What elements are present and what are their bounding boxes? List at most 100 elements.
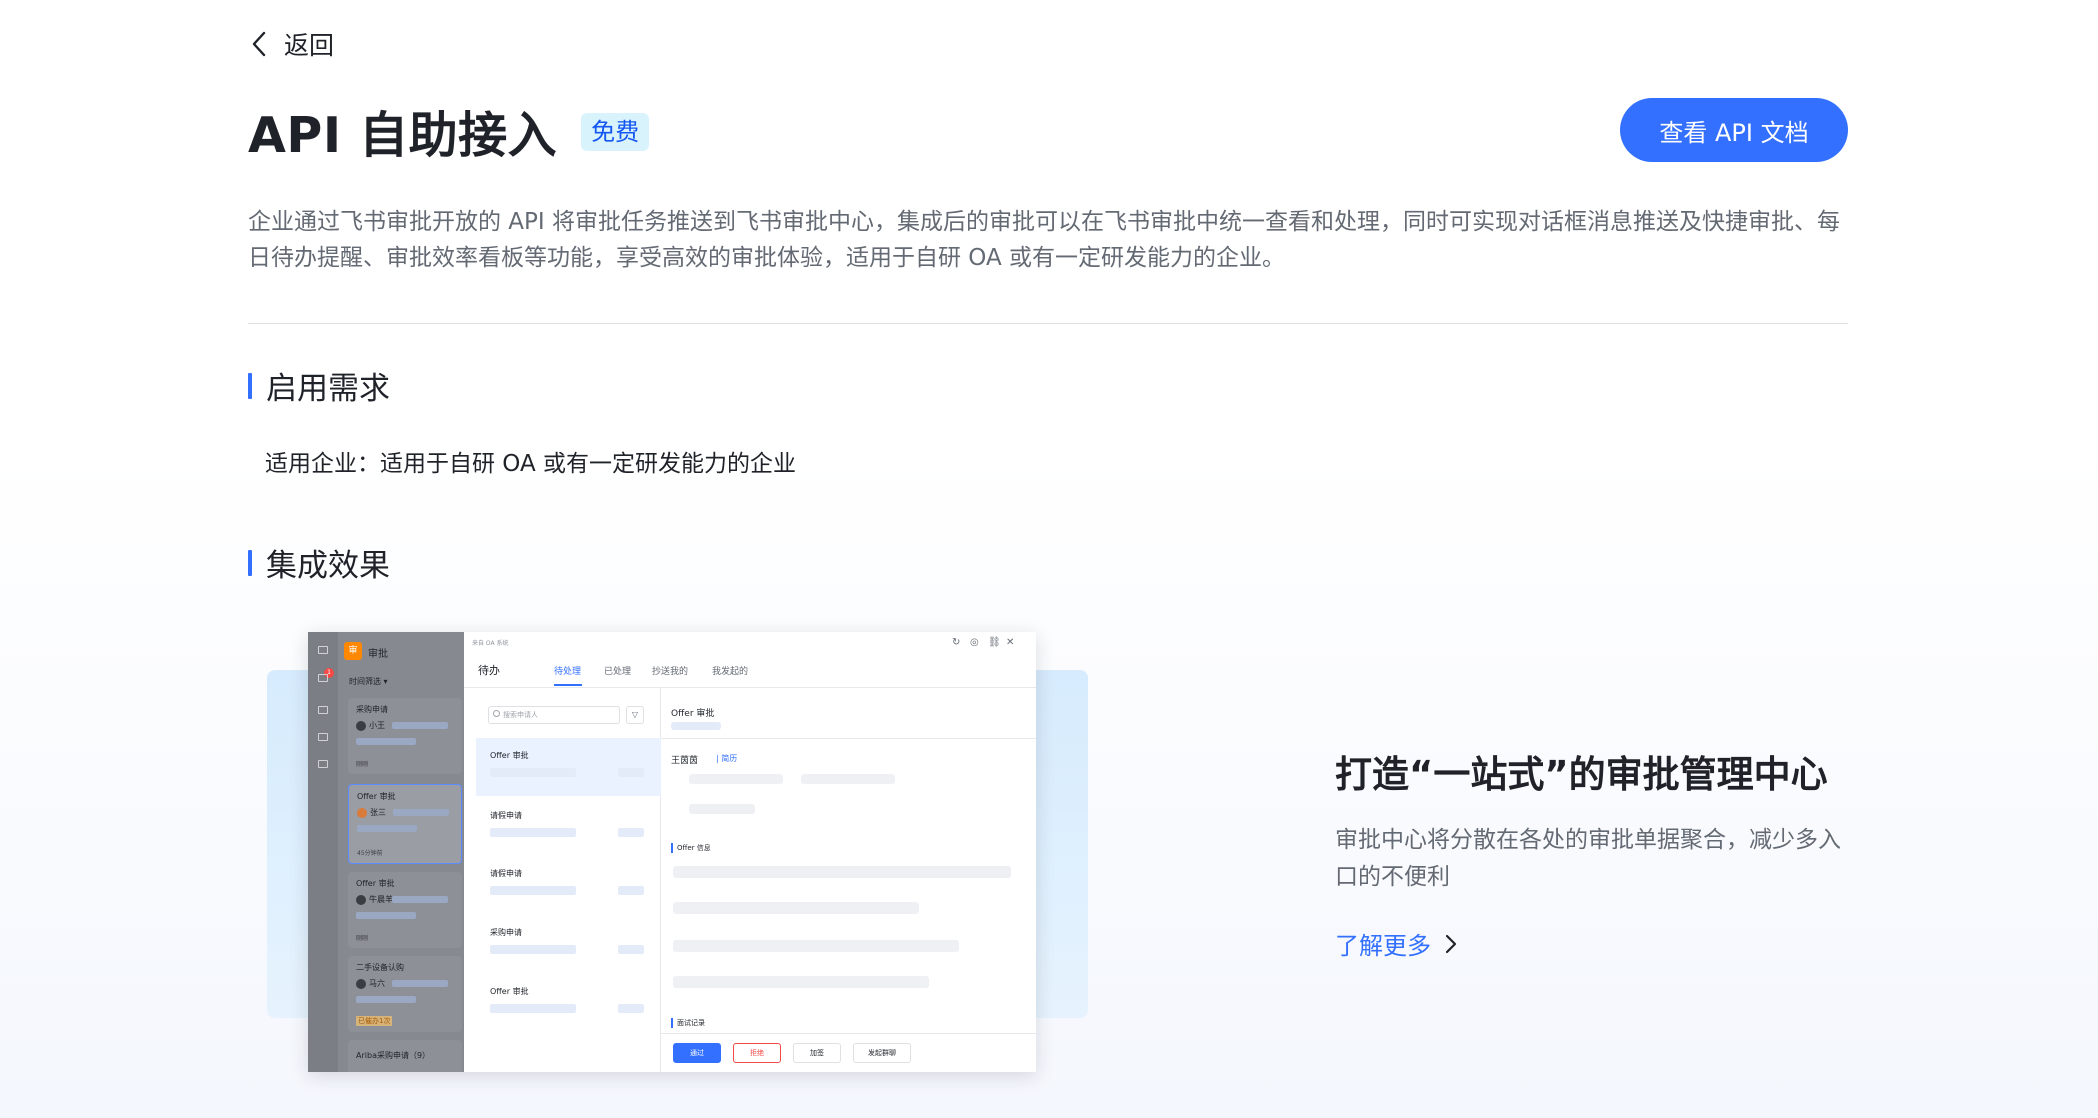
placeholder-bar bbox=[490, 1004, 576, 1013]
preview-app-title: 审批 bbox=[368, 649, 388, 660]
offer-info-heading: Offer 信息 bbox=[671, 843, 711, 853]
list-item: 请假申请 bbox=[476, 856, 661, 914]
list-item-title: 请假申请 bbox=[490, 869, 522, 878]
learn-more-label: 了解更多 bbox=[1335, 932, 1431, 960]
chevron-right-icon bbox=[1445, 934, 1457, 953]
section-accent-bar bbox=[248, 549, 252, 576]
link-icon: ⛓ bbox=[988, 637, 1001, 648]
placeholder-bar bbox=[490, 768, 576, 777]
placeholder-bar bbox=[673, 902, 919, 914]
placeholder-bar bbox=[801, 774, 895, 784]
close-icon: ✕ bbox=[1006, 637, 1015, 648]
tab-initiated: 我发起的 bbox=[712, 667, 749, 677]
feature-title: 打造“一站式”的审批管理中心 bbox=[1335, 753, 1828, 796]
clock-icon: ◎ bbox=[970, 637, 979, 648]
todo-label: 待办 bbox=[478, 664, 500, 677]
view-api-doc-button[interactable]: 查看 API 文档 bbox=[1620, 98, 1848, 162]
refresh-icon: ↻ bbox=[952, 637, 961, 648]
reject-button: 拒绝 bbox=[733, 1043, 781, 1063]
placeholder-bar bbox=[618, 768, 644, 777]
list-item-title: 请假申请 bbox=[490, 811, 522, 820]
tab-cc: 抄送我的 bbox=[652, 667, 689, 677]
list-item: 采购申请 bbox=[476, 915, 661, 973]
placeholder-bar bbox=[673, 940, 959, 952]
list-item-title: 采购申请 bbox=[490, 928, 522, 937]
section-title-effect: 集成效果 bbox=[266, 548, 390, 584]
placeholder-bar bbox=[392, 980, 448, 987]
section-requirements: 启用需求 bbox=[248, 363, 390, 408]
card-user-name: 小王 bbox=[369, 721, 385, 730]
chevron-left-icon bbox=[252, 31, 266, 57]
placeholder-bar bbox=[673, 976, 929, 988]
section-effect: 集成效果 bbox=[248, 540, 390, 585]
menu-icon bbox=[318, 646, 328, 654]
placeholder-bar bbox=[673, 866, 1011, 878]
image-icon bbox=[318, 733, 328, 741]
avatar bbox=[356, 720, 366, 731]
page: 返回 API 自助接入 免费 查看 API 文档 企业通过飞书审批开放的 API… bbox=[248, 0, 1848, 1118]
card-user: 牛晨羊 bbox=[356, 894, 393, 905]
filter-icon: ▽ bbox=[626, 706, 644, 724]
avatar bbox=[356, 894, 366, 905]
feature-description: 审批中心将分散在各处的审批单据聚合，减少多入口的不便利 bbox=[1335, 827, 1841, 890]
requirements-text: 适用企业：适用于自研 OA 或有一定研发能力的企业 bbox=[265, 451, 797, 477]
card-title: Offer 审批 bbox=[357, 792, 396, 801]
card-title: 采购申请 bbox=[356, 705, 388, 714]
time-filter: 时间筛选 ▾ bbox=[349, 677, 388, 686]
placeholder-bar bbox=[618, 945, 644, 954]
placeholder-bar bbox=[357, 825, 417, 832]
card-reminder-tag: 已催办1次 bbox=[356, 1016, 393, 1026]
detail-title: Offer 审批 bbox=[671, 709, 715, 719]
preview-list: 搜索申请人 ▽ Offer 审批 请假申请 请假申请 采购申请 Offer 审批 bbox=[476, 688, 661, 1072]
divider bbox=[661, 738, 1036, 739]
title-row: API 自助接入 免费 bbox=[248, 96, 650, 167]
page-description: 企业通过飞书审批开放的 API 将审批任务推送到飞书审批中心，集成后的审批可以在… bbox=[248, 209, 1841, 271]
source-label: 来自 OA 系统 bbox=[472, 640, 509, 647]
divider bbox=[248, 323, 1848, 324]
interview-record-heading: 面试记录 bbox=[671, 1018, 705, 1028]
placeholder-bar bbox=[689, 804, 755, 814]
placeholder-bar bbox=[392, 896, 448, 903]
approval-app-logo: 审 bbox=[344, 642, 362, 660]
preview-card: Offer 审批 牛晨羊 刚刚 bbox=[348, 872, 462, 948]
card-title: 二手设备认购 bbox=[356, 963, 404, 972]
preview-rail: 1 bbox=[308, 632, 338, 1072]
learn-more-link[interactable]: 了解更多 bbox=[1335, 926, 1459, 961]
placeholder-bar bbox=[671, 722, 721, 730]
card-title: Offer 审批 bbox=[356, 879, 395, 888]
back-link[interactable]: 返回 bbox=[248, 26, 334, 62]
card-user: 马六 bbox=[356, 978, 385, 989]
card-user: 张三 bbox=[357, 807, 386, 818]
start-group-chat-button: 发起群聊 bbox=[853, 1043, 911, 1063]
page-title: API 自助接入 bbox=[248, 107, 558, 164]
back-label: 返回 bbox=[284, 31, 335, 60]
placeholder-bar bbox=[356, 996, 416, 1003]
list-item-title: Offer 审批 bbox=[490, 751, 529, 760]
placeholder-bar bbox=[618, 886, 644, 895]
card-title: Ariba采购申请（9） bbox=[356, 1051, 431, 1060]
card-user-name: 马六 bbox=[369, 979, 385, 988]
placeholder-bar bbox=[393, 809, 449, 816]
preview-card-selected: Offer 审批 张三 45分钟前 bbox=[348, 784, 462, 864]
preview-card: 二手设备认购 马六 已催办1次 bbox=[348, 956, 462, 1032]
list-item: 请假申请 bbox=[476, 798, 661, 856]
card-time: 45分钟前 bbox=[357, 850, 383, 857]
list-item: Offer 审批 bbox=[476, 974, 661, 1032]
preview-card: Ariba采购申请（9） bbox=[348, 1040, 462, 1072]
placeholder-bar bbox=[490, 945, 576, 954]
approve-button: 通过 bbox=[673, 1043, 721, 1063]
card-user-name: 牛晨羊 bbox=[369, 895, 393, 904]
active-tab-indicator bbox=[554, 684, 582, 686]
inbox-icon bbox=[318, 760, 328, 768]
approval-preview-screenshot: 1 审 审批 时间筛选 ▾ 采购申请 小王 刚刚 Offer 审批 张三 45分… bbox=[308, 632, 1036, 1072]
preview-action-bar: 通过 拒绝 加签 发起群聊 bbox=[661, 1033, 1036, 1072]
card-user: 小王 bbox=[356, 720, 385, 731]
free-badge: 免费 bbox=[581, 112, 650, 151]
resume-link: | 简历 bbox=[716, 754, 738, 763]
placeholder-bar bbox=[490, 828, 576, 837]
applicant-name: 王茵茵 bbox=[671, 756, 699, 766]
calendar-icon bbox=[318, 706, 328, 714]
list-item: Offer 审批 bbox=[476, 738, 661, 796]
placeholder-bar bbox=[392, 722, 448, 729]
add-signer-button: 加签 bbox=[793, 1043, 841, 1063]
